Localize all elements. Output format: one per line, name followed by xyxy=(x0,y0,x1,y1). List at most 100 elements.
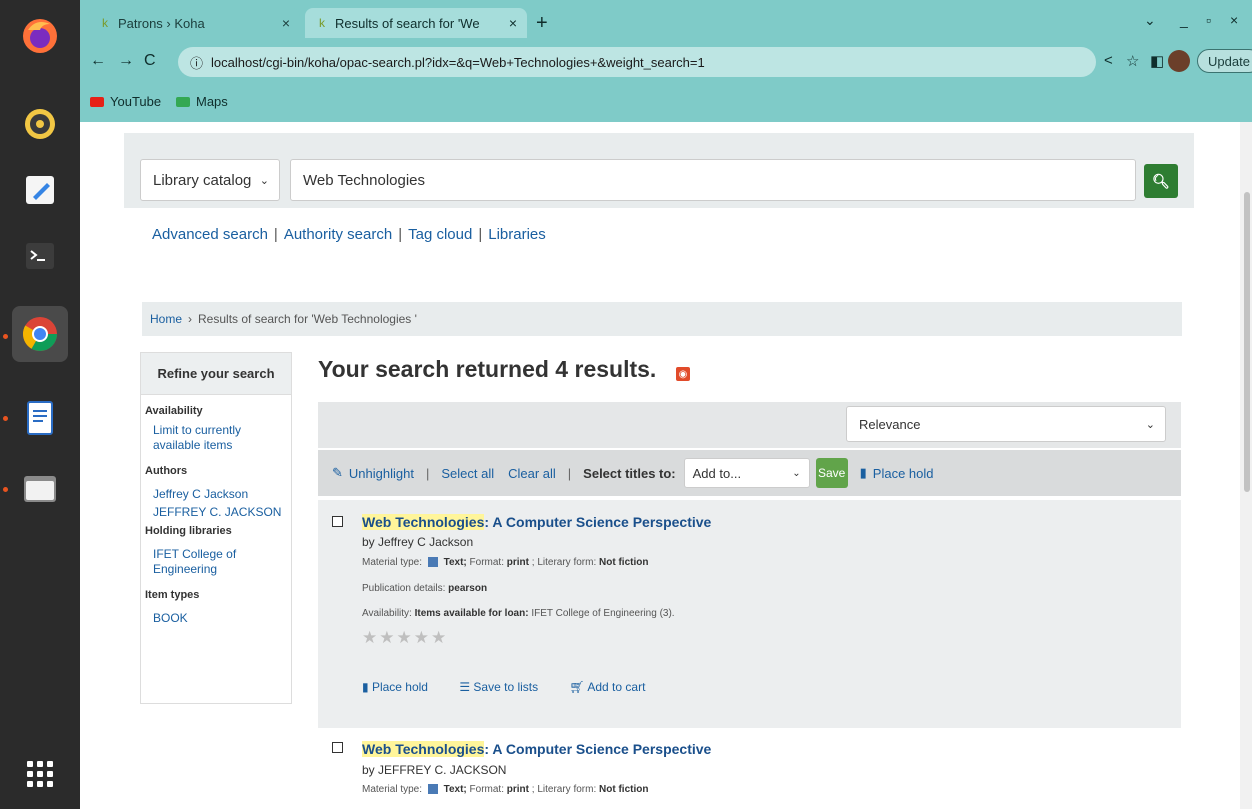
select-all-link[interactable]: Select all xyxy=(441,466,494,481)
opac-page: Library catalog ⌄ Web Technologies 🔍︎ Ad… xyxy=(80,122,1252,809)
share-icon[interactable]: < xyxy=(1104,52,1113,69)
writer-icon[interactable] xyxy=(12,390,68,446)
breadcrumb-home-link[interactable]: Home xyxy=(150,312,182,326)
place-hold-link[interactable]: ▮ Place hold xyxy=(362,680,442,694)
add-to-select[interactable]: Add to... ⌄ xyxy=(683,458,810,488)
profile-avatar[interactable] xyxy=(1168,50,1190,72)
page-scrollbar[interactable] xyxy=(1240,122,1252,809)
search-button[interactable]: 🔍︎ xyxy=(1144,164,1178,198)
sort-select[interactable]: Relevance ⌄ xyxy=(846,406,1166,442)
chrome-icon[interactable] xyxy=(12,306,68,362)
clear-all-link[interactable]: Clear all xyxy=(508,466,556,481)
format-label: Format: xyxy=(469,784,504,795)
text-editor-icon[interactable] xyxy=(12,162,68,218)
close-tab-icon[interactable]: × xyxy=(282,15,290,31)
close-window-button[interactable]: × xyxy=(1230,12,1238,28)
chevron-down-icon: ⌄ xyxy=(792,467,801,479)
save-to-lists-link[interactable]: ☰ Save to lists xyxy=(459,680,552,694)
place-hold-toolbar-link[interactable]: Place hold xyxy=(873,466,934,481)
rhythmbox-icon[interactable] xyxy=(12,96,68,152)
result-author[interactable]: by JEFFREY C. JACKSON xyxy=(362,763,506,777)
star-rating[interactable]: ★★★★★ xyxy=(362,628,448,648)
bookmark-star-icon[interactable]: ☆ xyxy=(1126,52,1139,70)
availability-value[interactable]: IFET College of Engineering (3). xyxy=(531,608,674,619)
itemtype-link[interactable]: BOOK xyxy=(153,611,283,626)
separator: | xyxy=(398,226,403,243)
literary-value: Not fiction xyxy=(599,784,649,795)
result-title-link[interactable]: Web Technologies: A Computer Science Per… xyxy=(362,741,711,757)
advanced-search-link[interactable]: Advanced search xyxy=(152,226,268,243)
availability-bold: Items available for loan: xyxy=(414,608,529,619)
tab-label: Results of search for 'We xyxy=(335,15,480,31)
scroll-thumb[interactable] xyxy=(1244,192,1250,492)
maximize-button[interactable]: ▫ xyxy=(1206,12,1211,28)
browser-chrome: k Patrons › Koha × k Results of search f… xyxy=(80,0,1252,122)
update-button[interactable]: Update xyxy=(1197,49,1252,73)
search-input-value: Web Technologies xyxy=(303,171,426,189)
author-facet-link[interactable]: JEFFREY C. JACKSON xyxy=(153,505,283,520)
running-indicator xyxy=(3,334,8,339)
save-button[interactable]: Save xyxy=(815,458,848,488)
site-info-icon[interactable]: ⓘ xyxy=(190,53,203,72)
reload-icon[interactable]: C xyxy=(144,52,156,70)
bookmark-icon: ▮ xyxy=(859,465,867,480)
search-band: Library catalog ⌄ Web Technologies 🔍︎ xyxy=(124,133,1194,208)
star-icon[interactable]: ★ xyxy=(397,628,414,647)
unhighlight-link[interactable]: Unhighlight xyxy=(349,466,414,481)
side-panel-icon[interactable]: ◧ xyxy=(1150,52,1164,70)
app-grid-icon[interactable] xyxy=(12,746,68,802)
star-icon[interactable]: ★ xyxy=(379,628,396,647)
add-to-value: Add to... xyxy=(692,465,742,481)
new-tab-button[interactable]: + xyxy=(536,12,548,35)
minimize-button[interactable]: _ xyxy=(1180,12,1188,28)
literary-label: ; Literary form: xyxy=(531,784,597,795)
bookmark-label: YouTube xyxy=(110,94,162,109)
result-author[interactable]: by Jeffrey C Jackson xyxy=(362,535,473,549)
separator: | xyxy=(273,226,278,243)
author-facet-link[interactable]: Jeffrey C Jackson xyxy=(153,487,283,502)
material-label: Material type: xyxy=(362,784,423,795)
quick-links: Advanced search | Authority search | Tag clo… xyxy=(152,226,546,243)
rss-feed-icon[interactable]: ◉ xyxy=(676,367,690,381)
catalog-select[interactable]: Library catalog ⌄ xyxy=(140,159,280,201)
limit-available-link[interactable]: Limit to currently available items xyxy=(153,423,283,453)
material-value: Text; xyxy=(443,557,467,568)
separator: | xyxy=(478,226,483,243)
star-icon[interactable]: ★ xyxy=(362,628,379,647)
forward-arrow-icon[interactable]: → xyxy=(118,52,134,70)
address-bar[interactable]: ⓘ localhost/cgi-bin/koha/opac-search.pl?… xyxy=(178,47,1096,77)
koha-favicon-icon: k xyxy=(102,16,108,30)
terminal-icon[interactable] xyxy=(12,228,68,284)
select-titles-label: Select titles to: xyxy=(583,465,676,481)
separator: | xyxy=(567,465,572,481)
back-arrow-icon[interactable]: ← xyxy=(90,52,106,70)
running-indicator xyxy=(3,416,8,421)
sort-value: Relevance xyxy=(859,416,921,432)
result-checkbox[interactable] xyxy=(332,742,343,753)
search-input[interactable]: Web Technologies xyxy=(290,159,1136,201)
files-icon[interactable] xyxy=(12,460,68,516)
holding-library-link[interactable]: IFET College of Engineering xyxy=(153,547,283,577)
result-title-link[interactable]: Web Technologies: A Computer Science Per… xyxy=(362,514,711,530)
add-to-cart-link[interactable]: 🛒︎ Add to cart xyxy=(569,680,659,694)
tab-search-results[interactable]: k Results of search for 'We × xyxy=(305,8,527,38)
save-to-lists-label: Save to lists xyxy=(473,680,539,694)
star-icon[interactable]: ★ xyxy=(431,628,448,647)
authority-search-link[interactable]: Authority search xyxy=(284,226,392,243)
url-text: localhost/cgi-bin/koha/opac-search.pl?id… xyxy=(211,54,705,70)
format-label: Format: xyxy=(469,557,504,568)
tab-search-chevron-icon[interactable]: ⌄ xyxy=(1144,12,1156,29)
firefox-icon[interactable] xyxy=(12,8,68,64)
publication-label: Publication details: xyxy=(362,583,446,594)
tab-patrons[interactable]: k Patrons › Koha × xyxy=(88,8,300,38)
facet-title-availability: Availability xyxy=(145,405,203,417)
libraries-link[interactable]: Libraries xyxy=(488,226,546,243)
close-tab-icon[interactable]: × xyxy=(509,15,517,31)
result-checkbox[interactable] xyxy=(332,516,343,527)
tag-cloud-link[interactable]: Tag cloud xyxy=(408,226,472,243)
star-icon[interactable]: ★ xyxy=(414,628,431,647)
title-rest: : A Computer Science Perspective xyxy=(484,741,712,757)
bookmark-youtube[interactable]: YouTube xyxy=(90,94,161,109)
bookmark-maps[interactable]: Maps xyxy=(176,94,228,109)
chevron-down-icon: ⌄ xyxy=(259,174,269,187)
